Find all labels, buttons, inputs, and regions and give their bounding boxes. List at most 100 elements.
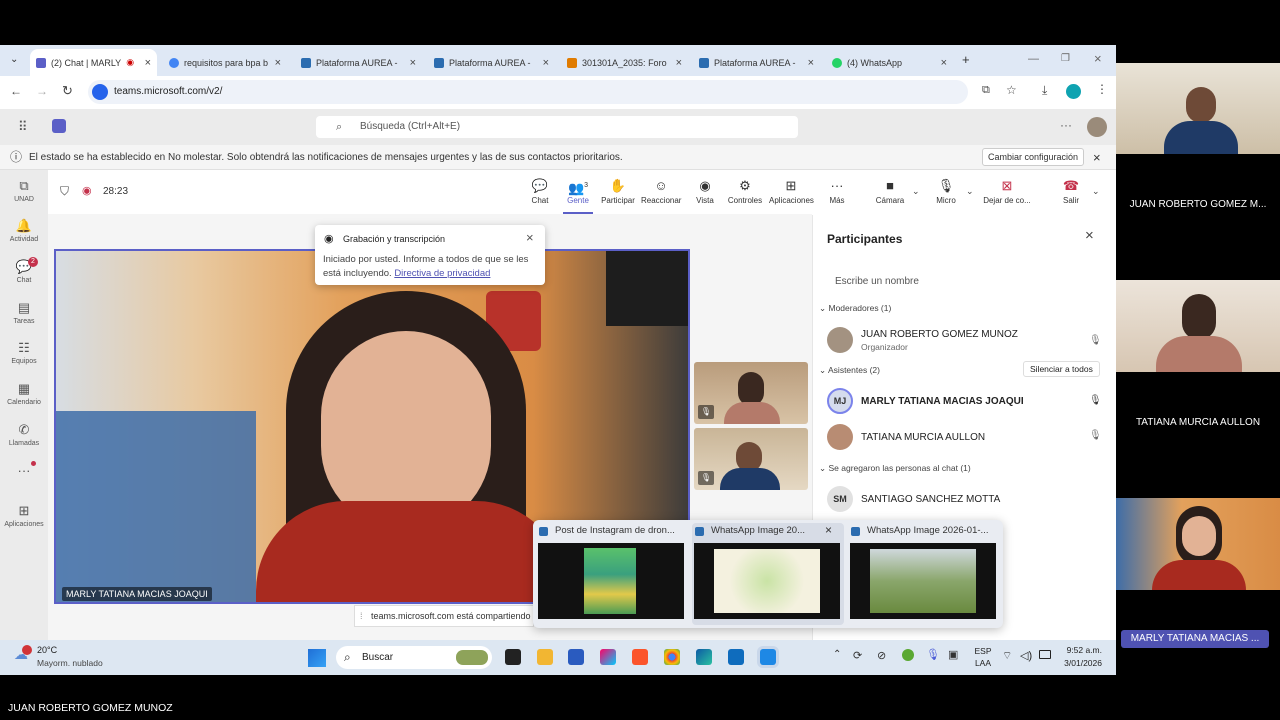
rail-item-activity[interactable]: 🔔 Actividad	[0, 218, 48, 243]
back-icon[interactable]: ←	[10, 84, 22, 98]
participant-row[interactable]: MJ MARLY TATIANA MACIAS JOAQUI	[827, 388, 1024, 414]
toolbar-react-button[interactable]: ☺ Reaccionar	[641, 178, 681, 205]
app-launcher-icon[interactable]: ⠿	[18, 119, 28, 135]
browser-menu-icon[interactable]: ⋮	[1096, 82, 1108, 96]
mic-options-chevron-icon[interactable]: ⌄	[966, 186, 974, 197]
clock-time[interactable]: 9:52 a.m.	[1058, 645, 1102, 655]
rail-item-tasks[interactable]: ▤ Tareas	[0, 300, 48, 325]
no-sound-tray-icon[interactable]: ⊘	[877, 649, 886, 662]
profile-avatar[interactable]	[1066, 84, 1081, 99]
tab-google[interactable]: requisitos para bpa b ×	[163, 49, 287, 76]
bookmark-star-icon[interactable]: ☆	[1006, 83, 1017, 97]
rail-item-chat[interactable]: 💬 Chat 2	[0, 257, 48, 284]
close-tab-icon[interactable]: ×	[275, 57, 281, 69]
outlook-icon[interactable]	[728, 649, 744, 665]
close-tab-icon[interactable]: ×	[808, 57, 814, 69]
toolbar-camera-button[interactable]: ■ Cámara	[874, 178, 906, 205]
side-video-juan[interactable]	[1116, 63, 1280, 154]
thumbnail-window[interactable]: WhatsApp Image 2026-01-...	[848, 523, 1000, 625]
forward-icon[interactable]: →	[36, 84, 48, 98]
toolbar-more-button[interactable]: ··· Más	[825, 178, 849, 205]
store-icon[interactable]	[568, 649, 584, 665]
close-popup-icon[interactable]: ×	[526, 230, 534, 245]
video-tile-juan[interactable]: 🎙	[694, 428, 808, 490]
shield-icon[interactable]: ⛉	[60, 184, 69, 199]
user-avatar[interactable]	[1087, 117, 1107, 137]
sync-icon[interactable]: ⟳	[853, 649, 862, 662]
toolbar-mic-button[interactable]: 🎙 Micro	[932, 178, 960, 205]
toolbar-view-button[interactable]: ◉ Vista	[691, 178, 719, 205]
participant-row[interactable]: TATIANA MURCIA AULLON	[827, 424, 985, 450]
change-settings-button[interactable]: Cambiar configuración	[982, 148, 1085, 166]
toolbar-leave-button[interactable]: ☎ Salir	[1056, 178, 1086, 205]
tab-aurea-3[interactable]: Plataforma AUREA - ×	[693, 49, 820, 76]
rail-item-more[interactable]: ···	[0, 461, 48, 480]
leave-options-chevron-icon[interactable]: ⌄	[1092, 186, 1100, 197]
reload-icon[interactable]: ↻	[62, 83, 73, 99]
tab-whatsapp[interactable]: (4) WhatsApp ×	[826, 49, 953, 76]
close-thumbnail-icon[interactable]: ×	[825, 523, 832, 537]
moderators-header[interactable]: ⌄ Moderadores (1)	[819, 303, 891, 314]
toolbar-people-button[interactable]: 👥3 Gente	[563, 178, 593, 214]
participant-search-input[interactable]: Escribe un nombre	[827, 270, 1102, 294]
tab-list-chevron-icon[interactable]: ⌄	[10, 54, 18, 65]
drag-handle-icon[interactable]: ⁞	[360, 606, 363, 626]
toolbar-apps-button[interactable]: ⊞ Aplicaciones	[769, 178, 814, 205]
privacy-link[interactable]: Directiva de privacidad	[394, 268, 490, 279]
clock-date[interactable]: 3/01/2026	[1058, 658, 1102, 668]
task-view-icon[interactable]	[505, 649, 521, 665]
file-explorer-icon[interactable]	[537, 649, 553, 665]
language-code[interactable]: ESP	[974, 646, 992, 656]
toolbar-stop-sharing-button[interactable]: ⊠ Dejar de co...	[982, 178, 1032, 205]
taskbar-search[interactable]: ⌕ Buscar	[336, 646, 492, 669]
brave-icon[interactable]	[632, 649, 648, 665]
windows-start-icon[interactable]	[308, 649, 326, 667]
side-video-marly[interactable]	[1116, 498, 1280, 590]
toolbar-controls-button[interactable]: ⚙ Controles	[727, 178, 763, 205]
close-window-icon[interactable]: ×	[1094, 51, 1102, 66]
participant-row[interactable]: SM SANTIAGO SANCHEZ MOTTA	[827, 486, 1000, 512]
rail-item-teams[interactable]: ☷ Equipos	[0, 340, 48, 365]
side-video-tatiana[interactable]	[1116, 280, 1280, 372]
wifi-icon[interactable]: ⌔	[1002, 649, 1012, 663]
close-tab-icon[interactable]: ×	[941, 57, 947, 69]
thumbnail-window[interactable]: WhatsApp Image 20... ×	[692, 523, 844, 625]
app-tray-icon[interactable]	[902, 649, 914, 661]
display-tray-icon[interactable]: ▣	[948, 648, 958, 661]
tab-aurea-2[interactable]: Plataforma AUREA - ×	[428, 49, 555, 76]
photos-app-icon[interactable]	[760, 649, 776, 665]
attendees-header[interactable]: ⌄ Asistentes (2)	[819, 365, 880, 376]
close-tab-icon[interactable]: ×	[145, 57, 151, 69]
tab-foro[interactable]: 301301A_2035: Foro ×	[561, 49, 688, 76]
battery-icon[interactable]	[1039, 650, 1051, 659]
tab-aurea-1[interactable]: Plataforma AUREA - ×	[295, 49, 422, 76]
chat-people-header[interactable]: ⌄ Se agregaron las personas al chat (1)	[819, 463, 971, 474]
thumbnail-window[interactable]: Post de Instagram de dron...	[536, 523, 688, 625]
participant-row[interactable]: JUAN ROBERTO GOMEZ MUNOZ Organizador	[827, 327, 1018, 353]
close-tab-icon[interactable]: ×	[676, 57, 682, 69]
language-region[interactable]: LAA	[974, 658, 992, 668]
toolbar-raise-hand-button[interactable]: ✋ Participar	[600, 178, 636, 205]
search-input[interactable]: ⌕ Búsqueda (Ctrl+Alt+E)	[316, 116, 798, 138]
video-tile-tatiana[interactable]: 🎙	[694, 362, 808, 424]
download-icon[interactable]: ⤓	[1042, 83, 1047, 98]
edge-icon[interactable]	[696, 649, 712, 665]
new-tab-button[interactable]: +	[962, 52, 970, 67]
restore-icon[interactable]: ❐	[1061, 53, 1070, 64]
close-tab-icon[interactable]: ×	[543, 57, 549, 69]
mute-all-button[interactable]: Silenciar a todos	[1023, 361, 1100, 377]
tray-chevron-icon[interactable]: ⌃	[833, 649, 841, 660]
copilot-icon[interactable]	[600, 649, 616, 665]
site-info-icon[interactable]	[92, 84, 108, 100]
rail-item-unad[interactable]: ⧉ UNAD	[0, 178, 48, 203]
close-banner-icon[interactable]: ×	[1093, 145, 1101, 170]
rail-item-apps[interactable]: ⊞ Aplicaciones	[0, 503, 48, 528]
more-options-icon[interactable]: ···	[1060, 118, 1072, 132]
close-panel-icon[interactable]: ×	[1085, 227, 1094, 244]
rail-item-calls[interactable]: ✆ Llamadas	[0, 422, 48, 447]
close-tab-icon[interactable]: ×	[410, 57, 416, 69]
tab-teams-chat[interactable]: (2) Chat | MARLY ◉ ×	[30, 49, 157, 76]
camera-options-chevron-icon[interactable]: ⌄	[912, 186, 920, 197]
install-app-icon[interactable]: ⧉	[982, 84, 990, 97]
rail-item-calendar[interactable]: ▦ Calendario	[0, 381, 48, 406]
